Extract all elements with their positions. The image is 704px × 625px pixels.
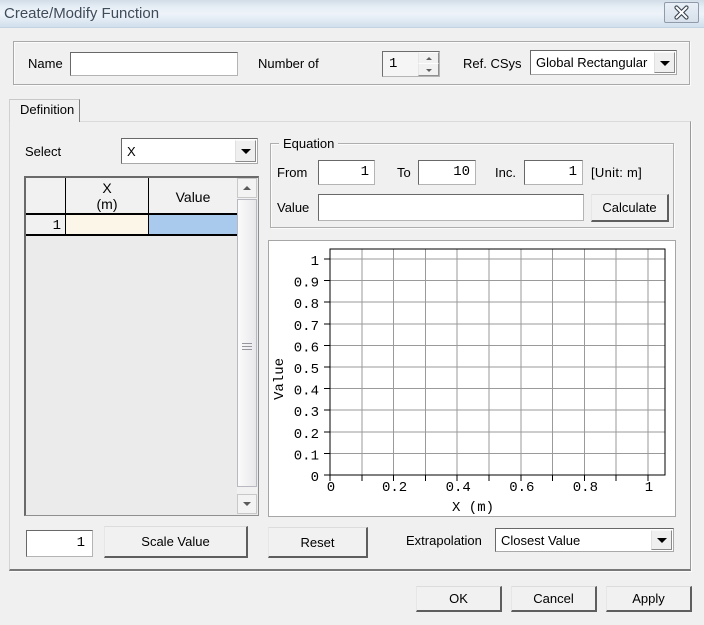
- svg-text:0.2: 0.2: [382, 480, 407, 496]
- svg-text:0: 0: [311, 470, 319, 486]
- svg-text:0.8: 0.8: [294, 297, 319, 313]
- svg-text:0.7: 0.7: [294, 319, 319, 335]
- svg-text:0.6: 0.6: [509, 480, 534, 496]
- svg-text:Value: Value: [272, 358, 288, 400]
- svg-text:1: 1: [311, 254, 319, 270]
- svg-text:1: 1: [645, 480, 653, 496]
- svg-text:0.4: 0.4: [446, 480, 471, 496]
- svg-text:0.2: 0.2: [294, 427, 319, 443]
- svg-text:0.3: 0.3: [294, 405, 319, 421]
- svg-text:0.5: 0.5: [294, 362, 319, 378]
- svg-text:X (m): X (m): [452, 500, 494, 516]
- svg-text:0.6: 0.6: [294, 340, 319, 356]
- svg-text:0.4: 0.4: [294, 384, 319, 400]
- svg-text:0.9: 0.9: [294, 276, 319, 292]
- svg-text:0.8: 0.8: [573, 480, 598, 496]
- svg-text:0: 0: [327, 480, 335, 496]
- svg-text:0.1: 0.1: [294, 448, 319, 464]
